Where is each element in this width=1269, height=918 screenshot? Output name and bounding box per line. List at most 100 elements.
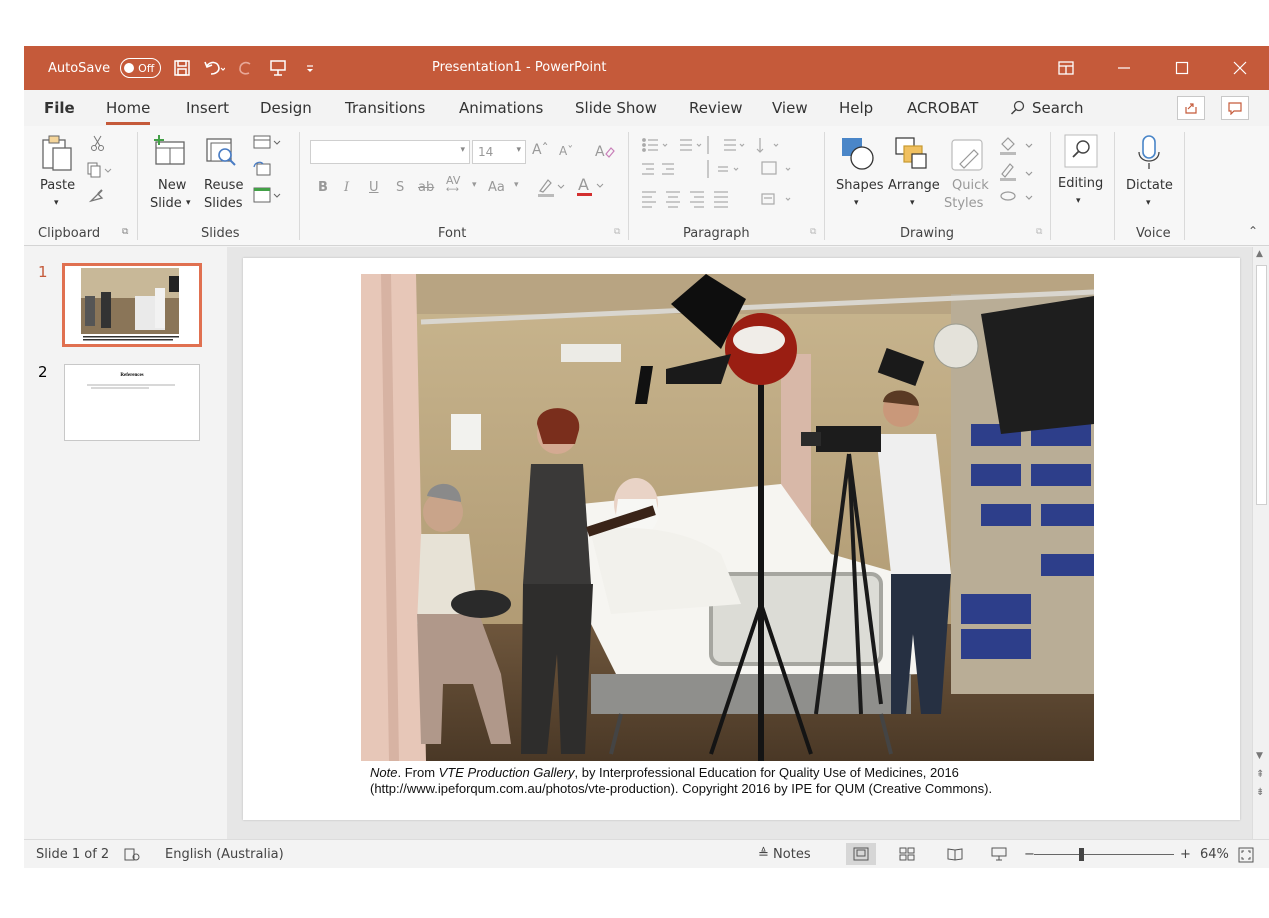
slide-show-view-icon[interactable] <box>984 843 1014 865</box>
quick-styles-icon[interactable] <box>950 138 986 178</box>
layout-icon[interactable] <box>252 134 286 154</box>
new-slide-label-2[interactable]: Slide <box>150 196 182 211</box>
slide-caption[interactable]: Note. From VTE Production Gallery, by In… <box>370 765 1090 797</box>
section-icon[interactable] <box>252 186 286 208</box>
language[interactable]: English (Australia) <box>165 847 284 862</box>
fit-slide-icon[interactable] <box>1238 847 1254 867</box>
editing-label[interactable]: Editing <box>1058 176 1103 191</box>
copy-icon[interactable] <box>86 162 112 182</box>
quick-styles-label-1[interactable]: Quick <box>952 178 989 193</box>
grow-font-icon[interactable]: Aˆ <box>532 142 549 158</box>
arrange-dropdown-icon[interactable]: ▾ <box>910 198 915 208</box>
tab-design[interactable]: Design <box>260 99 312 117</box>
paste-label[interactable]: Paste <box>40 178 75 193</box>
tab-transitions[interactable]: Transitions <box>345 99 425 117</box>
reuse-slides-icon[interactable] <box>204 136 240 174</box>
format-painter-icon[interactable] <box>88 186 106 208</box>
paragraph-launcher-icon[interactable]: ⧉ <box>810 227 816 237</box>
new-slide-label-1[interactable]: New <box>158 178 186 193</box>
case-dropdown-icon[interactable]: ▾ <box>514 180 519 190</box>
zoom-slider-track[interactable] <box>1034 854 1174 855</box>
slide-thumbnail-1[interactable] <box>62 263 202 347</box>
customize-toolbar-icon[interactable] <box>299 58 321 78</box>
reset-icon[interactable] <box>252 160 272 182</box>
tab-acrobat[interactable]: ACROBAT <box>907 99 978 117</box>
reading-view-icon[interactable] <box>940 843 970 865</box>
reuse-slides-label-2[interactable]: Slides <box>204 196 243 211</box>
tab-help[interactable]: Help <box>839 99 873 117</box>
shapes-dropdown-icon[interactable]: ▾ <box>854 198 859 208</box>
font-launcher-icon[interactable]: ⧉ <box>614 227 620 237</box>
clipboard-launcher-icon[interactable]: ⧉ <box>122 227 128 237</box>
current-slide[interactable]: Note. From VTE Production Gallery, by In… <box>243 258 1240 820</box>
autosave-toggle[interactable]: Off <box>120 58 162 78</box>
scroll-up-icon[interactable]: ▲ <box>1256 249 1263 259</box>
underline-button[interactable]: U <box>369 180 379 195</box>
arrange-icon[interactable] <box>894 136 930 176</box>
tab-animations[interactable]: Animations <box>459 99 543 117</box>
dictate-dropdown-icon[interactable]: ▾ <box>1146 198 1151 208</box>
tab-slide-show[interactable]: Slide Show <box>575 99 657 117</box>
minimize-icon[interactable] <box>1095 46 1153 90</box>
microphone-icon[interactable] <box>1136 134 1162 176</box>
accessibility-icon[interactable] <box>124 847 140 867</box>
next-slide-icon[interactable]: ⇟ <box>1256 787 1264 798</box>
quick-styles-label-2[interactable]: Styles <box>944 196 983 211</box>
slide-sorter-icon[interactable] <box>892 843 922 865</box>
font-name-select[interactable]: ▾ <box>310 140 470 164</box>
close-icon[interactable] <box>1211 46 1269 90</box>
paste-dropdown-icon[interactable]: ▾ <box>54 198 59 208</box>
collapse-ribbon-icon[interactable]: ⌃ <box>1248 224 1258 238</box>
editing-icon[interactable] <box>1064 134 1098 172</box>
slide-thumbnail-2[interactable]: References <box>64 364 200 441</box>
text-shadow-button[interactable]: S <box>396 180 404 195</box>
zoom-slider-thumb[interactable] <box>1079 848 1084 861</box>
italic-button[interactable]: I <box>344 180 349 195</box>
undo-icon[interactable] <box>203 58 226 78</box>
zoom-level[interactable]: 64% <box>1200 847 1229 862</box>
drawing-launcher-icon[interactable]: ⧉ <box>1036 227 1042 237</box>
strikethrough-button[interactable]: ab <box>418 180 434 195</box>
shrink-font-icon[interactable]: Aˇ <box>559 144 573 158</box>
cut-icon[interactable] <box>90 134 106 156</box>
new-slide-dropdown-icon[interactable]: ▾ <box>186 198 191 208</box>
paste-icon[interactable] <box>40 134 74 178</box>
save-icon[interactable] <box>171 58 193 78</box>
highlight-icon[interactable] <box>536 176 566 202</box>
previous-slide-icon[interactable]: ⇞ <box>1256 769 1264 780</box>
font-size-select[interactable]: 14 ▾ <box>472 140 526 164</box>
slide-photo[interactable] <box>361 274 1094 761</box>
scrollbar-thumb[interactable] <box>1256 265 1267 505</box>
shape-fill-icon[interactable] <box>998 134 1038 210</box>
tab-review[interactable]: Review <box>689 99 743 117</box>
tab-file[interactable]: File <box>44 99 75 117</box>
dictate-label[interactable]: Dictate <box>1126 178 1173 193</box>
arrange-label[interactable]: Arrange <box>888 178 940 193</box>
tab-insert[interactable]: Insert <box>186 99 229 117</box>
change-case-button[interactable]: Aa <box>488 180 505 195</box>
ribbon-display-options-icon[interactable] <box>1037 46 1095 90</box>
character-spacing-button[interactable]: AV ⟷ <box>446 174 460 195</box>
shapes-icon[interactable] <box>840 136 876 176</box>
spacing-dropdown-icon[interactable]: ▾ <box>472 180 477 190</box>
present-icon[interactable] <box>267 58 289 78</box>
shapes-label[interactable]: Shapes <box>836 178 883 193</box>
notes-button[interactable]: ≜ Notes <box>758 847 811 862</box>
editing-dropdown-icon[interactable]: ▾ <box>1076 196 1081 206</box>
tab-home[interactable]: Home <box>106 99 151 125</box>
redo-icon[interactable] <box>235 58 257 78</box>
search-box[interactable]: Search <box>1010 99 1084 117</box>
new-slide-icon[interactable] <box>152 134 188 172</box>
bold-button[interactable]: B <box>318 180 328 195</box>
vertical-scrollbar[interactable]: ▲ ▼ ⇞ ⇟ <box>1252 247 1269 839</box>
font-color-icon[interactable]: A <box>576 174 606 202</box>
zoom-in-icon[interactable]: + <box>1180 847 1191 862</box>
clear-formatting-icon[interactable]: A <box>594 142 616 164</box>
comments-button[interactable] <box>1221 96 1249 120</box>
scroll-down-icon[interactable]: ▼ <box>1256 751 1263 761</box>
reuse-slides-label-1[interactable]: Reuse <box>204 178 243 193</box>
tab-view[interactable]: View <box>772 99 808 117</box>
maximize-icon[interactable] <box>1153 46 1211 90</box>
share-button[interactable] <box>1177 96 1205 120</box>
normal-view-icon[interactable] <box>846 843 876 865</box>
